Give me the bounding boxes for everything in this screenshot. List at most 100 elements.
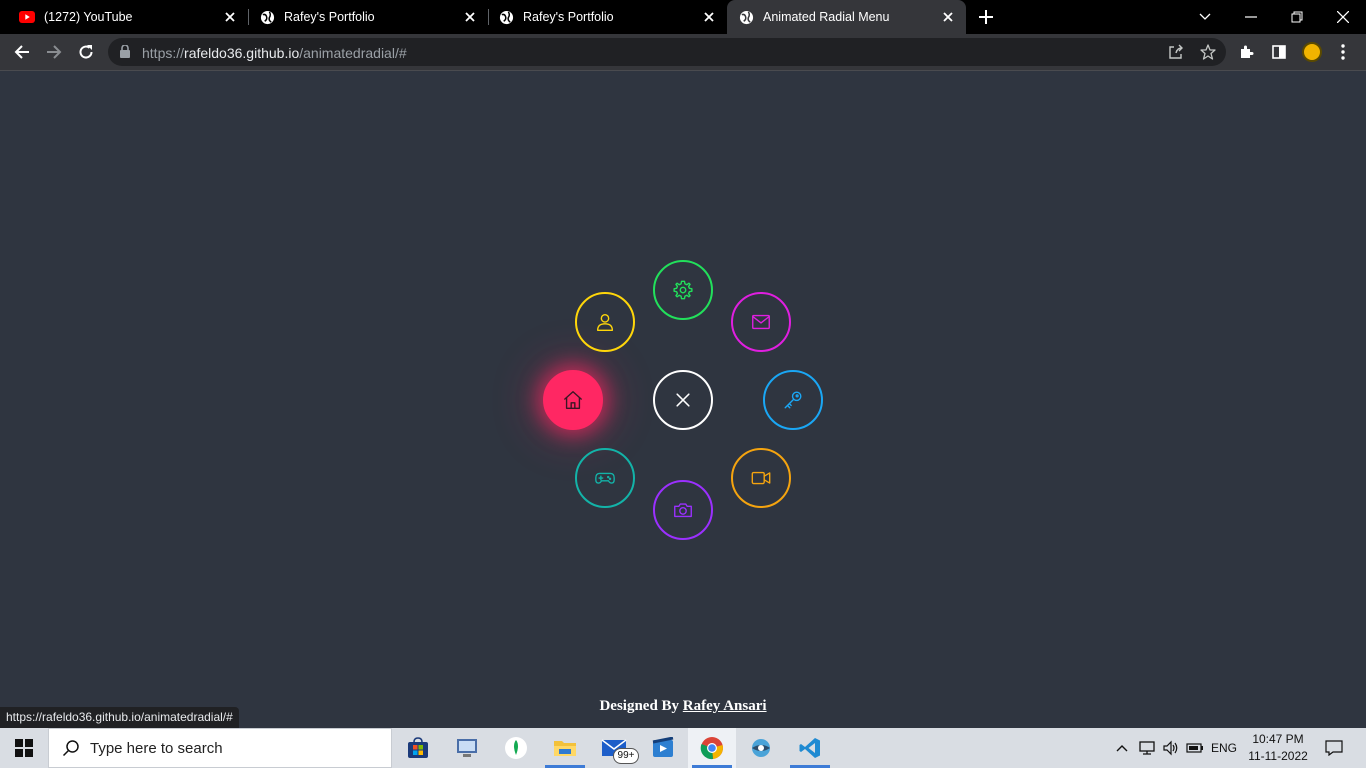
chevron-down-icon	[1199, 13, 1211, 20]
system-clock[interactable]: 10:47 PM 11-11-2022	[1244, 731, 1312, 765]
url-text: https://rafeldo36.github.io/animatedradi…	[142, 45, 407, 61]
gear-icon	[673, 280, 693, 300]
star-icon[interactable]	[1200, 44, 1216, 60]
show-hidden-icons-button[interactable]	[1112, 728, 1132, 768]
tab-animated-radial-menu[interactable]: Animated Radial Menu	[727, 0, 966, 34]
key-button[interactable]	[763, 370, 823, 430]
link-status-bubble: https://rafeldo36.github.io/animatedradi…	[0, 707, 239, 728]
input-language-button[interactable]: ENG	[1208, 728, 1240, 768]
windows-logo-icon	[15, 739, 33, 757]
minimize-button[interactable]	[1228, 0, 1274, 34]
taskbar-file-explorer[interactable]	[541, 728, 589, 768]
taskbar-app-globe[interactable]	[737, 728, 785, 768]
volume-button[interactable]	[1160, 728, 1182, 768]
mail-icon	[752, 314, 770, 330]
taskbar-store[interactable]	[394, 728, 442, 768]
reload-icon	[79, 45, 93, 59]
forward-button[interactable]	[40, 38, 68, 66]
new-tab-button[interactable]	[975, 6, 997, 28]
tab-portfolio-2[interactable]: Rafey's Portfolio	[479, 0, 727, 34]
tab-title: Rafey's Portfolio	[284, 10, 375, 24]
network-icon	[1139, 741, 1155, 755]
search-placeholder: Type here to search	[90, 739, 223, 757]
folder-icon	[554, 741, 576, 756]
vscode-icon	[799, 738, 820, 758]
side-panel-icon	[1272, 45, 1286, 59]
globe-icon	[738, 9, 754, 25]
monitor-icon	[457, 739, 477, 757]
share-icon[interactable]	[1168, 44, 1184, 60]
tab-close-icon[interactable]	[940, 9, 956, 25]
close-icon	[676, 393, 690, 407]
video-button[interactable]	[731, 448, 791, 508]
arrow-left-icon	[14, 45, 29, 59]
back-button[interactable]	[8, 38, 36, 66]
reload-button[interactable]	[72, 38, 100, 66]
key-icon	[784, 391, 802, 409]
author-link[interactable]: Rafey Ansari	[683, 698, 767, 714]
movie-icon	[652, 737, 674, 757]
tab-search-button[interactable]	[1182, 0, 1228, 34]
restore-icon	[1291, 11, 1303, 23]
windows-taskbar: Type here to search 99+ ENG 10:47 PM 11-…	[0, 728, 1366, 768]
browser-toolbar: https://rafeldo36.github.io/animatedradi…	[0, 34, 1366, 71]
action-center-button[interactable]	[1318, 728, 1350, 768]
taskbar-mongodb[interactable]	[492, 728, 540, 768]
globe-icon	[498, 9, 514, 25]
tab-youtube[interactable]: (1272) YouTube	[0, 0, 248, 34]
search-icon	[62, 740, 79, 757]
speaker-icon	[1163, 740, 1178, 756]
taskbar-search-box[interactable]: Type here to search	[48, 728, 392, 768]
restore-button[interactable]	[1274, 0, 1320, 34]
globe-icon	[259, 9, 275, 25]
close-window-button[interactable]	[1320, 0, 1366, 34]
chrome-icon	[700, 737, 723, 760]
tab-strip: (1272) YouTube Rafey's Portfolio Rafey's…	[0, 0, 1366, 34]
mongodb-leaf-icon	[505, 737, 527, 759]
taskbar-chrome[interactable]	[688, 728, 736, 768]
tab-title: (1272) YouTube	[44, 10, 133, 24]
plus-icon	[979, 10, 993, 24]
tab-close-icon[interactable]	[462, 9, 478, 25]
arrow-right-icon	[47, 45, 62, 59]
gamepad-button[interactable]	[575, 448, 635, 508]
network-button[interactable]	[1136, 728, 1158, 768]
globe-app-icon	[752, 739, 770, 757]
extensions-button[interactable]	[1238, 43, 1256, 61]
tab-close-icon[interactable]	[222, 9, 238, 25]
tab-portfolio-1[interactable]: Rafey's Portfolio	[240, 0, 488, 34]
notification-icon	[1325, 740, 1343, 756]
youtube-icon	[19, 9, 35, 25]
store-icon	[408, 737, 428, 758]
more-vertical-icon	[1341, 44, 1345, 60]
minimize-icon	[1245, 16, 1257, 18]
mail-button[interactable]	[731, 292, 791, 352]
user-icon	[596, 313, 614, 331]
close-icon	[1337, 11, 1349, 23]
browser-menu-button[interactable]	[1334, 43, 1352, 61]
mail-unread-badge: 99+	[613, 748, 639, 764]
start-button[interactable]	[0, 728, 48, 768]
profile-avatar[interactable]	[1302, 42, 1322, 62]
clock-date: 11-11-2022	[1248, 749, 1308, 763]
tab-close-icon[interactable]	[701, 9, 717, 25]
battery-icon	[1186, 743, 1203, 753]
footer-prefix: Designed By	[599, 698, 680, 714]
close-menu-button[interactable]	[653, 370, 713, 430]
camera-icon	[674, 503, 692, 518]
profile-button[interactable]	[575, 292, 635, 352]
tab-title: Rafey's Portfolio	[523, 10, 614, 24]
settings-button[interactable]	[653, 260, 713, 320]
camera-button[interactable]	[653, 480, 713, 540]
chevron-up-icon	[1116, 745, 1128, 752]
taskbar-video-editor[interactable]	[639, 728, 687, 768]
address-bar[interactable]: https://rafeldo36.github.io/animatedradi…	[108, 38, 1226, 66]
clock-time: 10:47 PM	[1252, 732, 1304, 746]
side-panel-button[interactable]	[1270, 43, 1288, 61]
taskbar-explorer-pc[interactable]	[443, 728, 491, 768]
home-button[interactable]	[543, 370, 603, 430]
puzzle-icon	[1241, 45, 1254, 58]
taskbar-vscode[interactable]	[786, 728, 834, 768]
battery-button[interactable]	[1184, 728, 1206, 768]
home-icon	[564, 391, 582, 409]
